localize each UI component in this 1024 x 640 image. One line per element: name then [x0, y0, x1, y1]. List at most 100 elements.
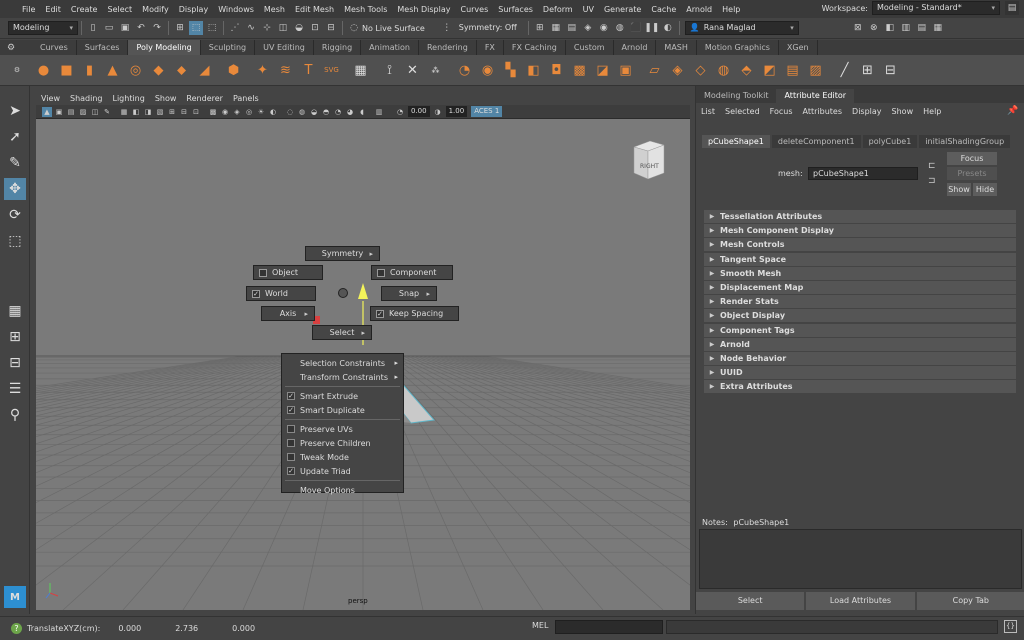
make-live-icon[interactable]: ⊟: [324, 21, 338, 35]
exposure-field[interactable]: 0.00: [408, 106, 430, 117]
attribute-editor-icon[interactable]: ▤: [915, 21, 929, 35]
section-smooth-mesh[interactable]: ▶ Smooth Mesh: [704, 266, 1016, 280]
menu-edit-mesh[interactable]: Edit Mesh: [290, 5, 339, 14]
image-plane-icon[interactable]: ▨: [78, 107, 88, 117]
ae-menu-show[interactable]: Show: [887, 107, 919, 116]
smooth-icon[interactable]: ⁂: [426, 61, 445, 80]
load-attributes-button[interactable]: Load Attributes: [806, 592, 915, 610]
section-arnold[interactable]: ▶ Arnold: [704, 337, 1016, 351]
channel-box-icon[interactable]: ▦: [931, 21, 945, 35]
menu-display[interactable]: Display: [174, 5, 214, 14]
menu-mesh-display[interactable]: Mesh Display: [392, 5, 455, 14]
render-settings-icon[interactable]: ◉: [597, 21, 611, 35]
tab-rendering[interactable]: Rendering: [419, 40, 477, 55]
script-editor-icon[interactable]: {}: [1004, 620, 1017, 633]
grid-toggle-icon[interactable]: ▦: [119, 107, 129, 117]
snap-view-plane-icon[interactable]: ◫: [276, 21, 290, 35]
xray-components-icon[interactable]: ◒: [309, 107, 319, 117]
ipr-render-icon[interactable]: ◈: [581, 21, 595, 35]
xray-icon[interactable]: ◌: [285, 107, 295, 117]
poly-cone-icon[interactable]: ▲: [103, 61, 122, 80]
select-component-icon[interactable]: ⬚: [205, 21, 219, 35]
pause-icon[interactable]: ❚❚: [644, 21, 659, 35]
svg-icon[interactable]: SVG: [322, 61, 341, 80]
camera-attributes-icon[interactable]: ▣: [54, 107, 64, 117]
save-scene-icon[interactable]: ▣: [118, 21, 132, 35]
tab-attribute-editor[interactable]: Attribute Editor: [776, 89, 855, 103]
marking-menu-snap[interactable]: Snap ▸: [381, 286, 437, 301]
gamma-field[interactable]: 1.00: [445, 106, 468, 117]
snap-grid-icon[interactable]: ⋰: [228, 21, 242, 35]
section-tangent-space[interactable]: ▶ Tangent Space: [704, 252, 1016, 266]
tab-surfaces[interactable]: Surfaces: [77, 40, 129, 55]
uv-layout-icon[interactable]: ⊟: [881, 61, 900, 80]
tab-arnold[interactable]: Arnold: [614, 40, 657, 55]
crease-tool-icon[interactable]: ╱: [835, 61, 854, 80]
tab-curves[interactable]: Curves: [32, 40, 77, 55]
anti-aliasing-icon[interactable]: ◕: [345, 107, 355, 117]
tab-sculpting[interactable]: Sculpting: [201, 40, 256, 55]
menuset-dropdown[interactable]: Modeling ▾: [8, 21, 78, 35]
tab-modeling-toolkit[interactable]: Modeling Toolkit: [696, 89, 776, 103]
move-tool-icon[interactable]: ✥: [4, 178, 26, 200]
input-connection-icon[interactable]: ⊏: [928, 161, 936, 171]
notes-textarea[interactable]: [699, 529, 1022, 589]
menu-help[interactable]: Help: [717, 5, 745, 14]
render-sequence-icon[interactable]: ▤: [565, 21, 579, 35]
section-mesh-controls[interactable]: ▶ Mesh Controls: [704, 238, 1016, 252]
exposure-icon[interactable]: ◔: [395, 107, 405, 117]
copy-tab-button[interactable]: Copy Tab: [916, 592, 1024, 610]
history-icon[interactable]: ⊞: [533, 21, 547, 35]
ae-menu-focus[interactable]: Focus: [765, 107, 798, 116]
menu-mesh-tools[interactable]: Mesh Tools: [339, 5, 392, 14]
field-chart-icon[interactable]: ⊞: [167, 107, 177, 117]
insert-edge-loop-icon[interactable]: ⬘: [737, 61, 756, 80]
four-view-layout-icon[interactable]: ⊞: [4, 326, 26, 348]
menu-curves[interactable]: Curves: [455, 5, 493, 14]
tab-animation[interactable]: Animation: [361, 40, 419, 55]
node-tab-pcubeshape1[interactable]: pCubeShape1: [702, 135, 770, 148]
section-mesh-component-display[interactable]: ▶ Mesh Component Display: [704, 224, 1016, 238]
bookmarks-icon[interactable]: ▤: [66, 107, 76, 117]
mesh-name-field[interactable]: pCubeShape1: [808, 167, 918, 180]
tab-uv-editing[interactable]: UV Editing: [255, 40, 314, 55]
edit-edge-flow-icon[interactable]: ⊞: [858, 61, 877, 80]
menu-modify[interactable]: Modify: [137, 5, 174, 14]
snap-point-icon[interactable]: ⊹: [260, 21, 274, 35]
mel-command-input[interactable]: [555, 620, 663, 634]
undo-icon[interactable]: ↶: [134, 21, 148, 35]
paint-select-tool-icon[interactable]: ✎: [4, 152, 26, 174]
collapse-icon[interactable]: ◇: [691, 61, 710, 80]
menu-select[interactable]: Select: [102, 5, 137, 14]
quad-draw-icon[interactable]: ▤: [783, 61, 802, 80]
menu-item-smart-extrude[interactable]: ✓ Smart Extrude: [282, 389, 403, 403]
viewport-menu-shading[interactable]: Shading: [65, 94, 108, 103]
sweep-mesh-icon[interactable]: ≋: [276, 61, 295, 80]
section-displacement-map[interactable]: ▶ Displacement Map: [704, 280, 1016, 294]
section-extra-attributes[interactable]: ▶ Extra Attributes: [704, 380, 1016, 394]
new-scene-icon[interactable]: ▯: [86, 21, 100, 35]
toggle-panel-icon[interactable]: ◧: [883, 21, 897, 35]
grease-pencil-icon[interactable]: ✎: [102, 107, 112, 117]
poke-icon[interactable]: ▩: [570, 61, 589, 80]
select-tool-icon[interactable]: ➤: [4, 100, 26, 122]
workspace-dropdown[interactable]: Modeling - Standard* ▾: [872, 1, 1000, 15]
poly-cube-icon[interactable]: ■: [57, 61, 76, 80]
resolution-gate-icon[interactable]: ◨: [143, 107, 153, 117]
workspace-settings-icon[interactable]: ▤: [1005, 1, 1019, 15]
section-uuid[interactable]: ▶ UUID: [704, 366, 1016, 380]
combine-icon[interactable]: ▣: [616, 61, 635, 80]
select-button[interactable]: Select: [696, 592, 805, 610]
menu-item-update-triad[interactable]: ✓ Update Triad: [282, 464, 403, 478]
select-object-icon[interactable]: ⬚: [189, 21, 203, 35]
menu-item-smart-duplicate[interactable]: ✓ Smart Duplicate: [282, 403, 403, 417]
ae-menu-attributes[interactable]: Attributes: [798, 107, 848, 116]
grid-icon[interactable]: ▦: [351, 61, 370, 80]
tab-motion-graphics[interactable]: Motion Graphics: [697, 40, 779, 55]
2d-pan-zoom-icon[interactable]: ◫: [90, 107, 100, 117]
ae-menu-display[interactable]: Display: [847, 107, 887, 116]
search-icon[interactable]: ⚲: [4, 404, 26, 426]
motion-blur-icon[interactable]: ◔: [333, 107, 343, 117]
fill-hole-icon[interactable]: ◧: [524, 61, 543, 80]
safe-action-icon[interactable]: ⊟: [179, 107, 189, 117]
